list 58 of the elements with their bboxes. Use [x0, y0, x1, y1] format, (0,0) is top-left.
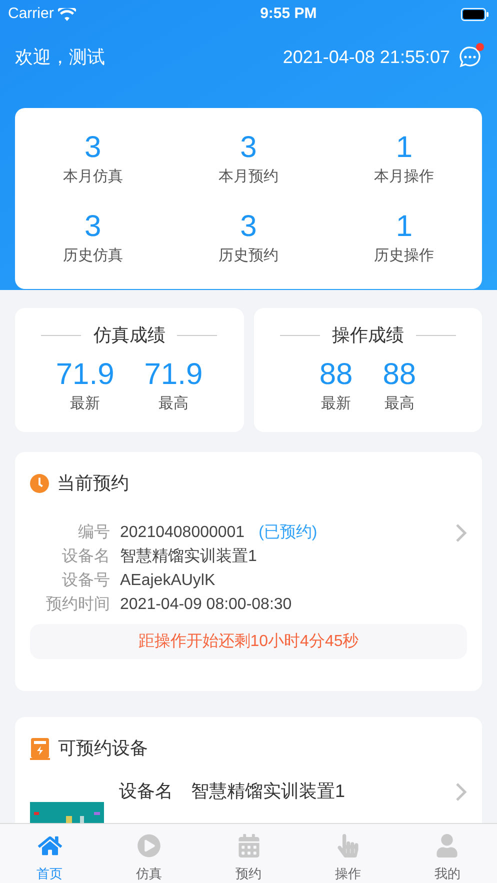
wifi-icon — [58, 8, 76, 20]
tab-item[interactable]: 操作 — [298, 824, 398, 883]
field-label: 预约时间 — [45, 594, 110, 615]
tab-icon — [336, 834, 360, 858]
score-value: 88 — [319, 357, 353, 393]
score-label: 最新 — [70, 394, 100, 414]
tab-icon — [435, 834, 460, 858]
field-label: 设备名 — [61, 547, 110, 567]
message-button[interactable] — [458, 45, 482, 69]
score-label: 最新 — [321, 394, 352, 414]
countdown-text: 距操作开始还剩10小时4分45秒 — [138, 632, 359, 652]
stat-label: 历史操作 — [374, 246, 434, 266]
section-title: 可预约设备 — [58, 737, 148, 760]
stat-value: 3 — [240, 208, 257, 244]
stat-value: 1 — [396, 208, 412, 244]
stat-value: 3 — [240, 130, 257, 166]
tab-icon — [38, 834, 62, 858]
field-value: 智慧精馏实训装置1 — [191, 780, 346, 803]
score-title: 仿真成绩 — [93, 324, 166, 347]
chevron-right-icon[interactable] — [455, 782, 467, 802]
score-value: 88 — [382, 357, 416, 393]
tab-item[interactable]: 预约 — [198, 824, 298, 883]
tab-item[interactable]: 我的 — [398, 824, 497, 883]
clock-icon — [30, 474, 49, 493]
chat-icon — [458, 45, 482, 69]
tab-icon — [137, 834, 162, 858]
field-label: 设备名 — [119, 780, 173, 803]
section-title: 当前预约 — [57, 472, 129, 495]
tab-icon — [236, 834, 261, 858]
score-value: 71.9 — [144, 357, 203, 393]
carrier-label: Carrier — [8, 4, 54, 24]
field-value: 智慧精馏实训装置1 — [120, 546, 257, 567]
score-title: 操作成绩 — [332, 324, 404, 347]
clock-time: 9:55 PM — [259, 4, 317, 24]
field-value: AEajekAUylK — [120, 571, 216, 591]
stat-label: 历史预约 — [218, 246, 278, 266]
field-label: 编号 — [77, 522, 110, 543]
field-value: 2021-04-09 08:00-08:30 — [120, 595, 292, 615]
status-text: (已预约) — [258, 523, 318, 543]
stat-label: 历史仿真 — [62, 246, 123, 266]
stat-label: 本月仿真 — [62, 167, 123, 187]
field-value: 20210408000001 — [120, 523, 245, 543]
field-label: 设备号 — [61, 571, 110, 591]
stat-value: 1 — [396, 130, 412, 166]
stat-label: 本月操作 — [374, 167, 434, 187]
tab-item[interactable]: 仿真 — [99, 824, 199, 883]
score-value: 71.9 — [56, 357, 114, 393]
stat-label: 本月预约 — [218, 167, 278, 187]
battery-icon — [460, 8, 489, 20]
score-label: 最高 — [158, 394, 188, 414]
device-icon — [30, 738, 50, 760]
tab-item[interactable]: 首页 — [0, 824, 100, 883]
stat-value: 3 — [84, 130, 102, 166]
greeting-text: 欢迎，测试 — [15, 46, 105, 68]
stat-value: 3 — [84, 208, 102, 244]
chevron-right-icon[interactable] — [455, 523, 467, 543]
date-time: 2021-04-08 21:55:07 — [282, 46, 450, 68]
score-label: 最高 — [384, 394, 414, 414]
